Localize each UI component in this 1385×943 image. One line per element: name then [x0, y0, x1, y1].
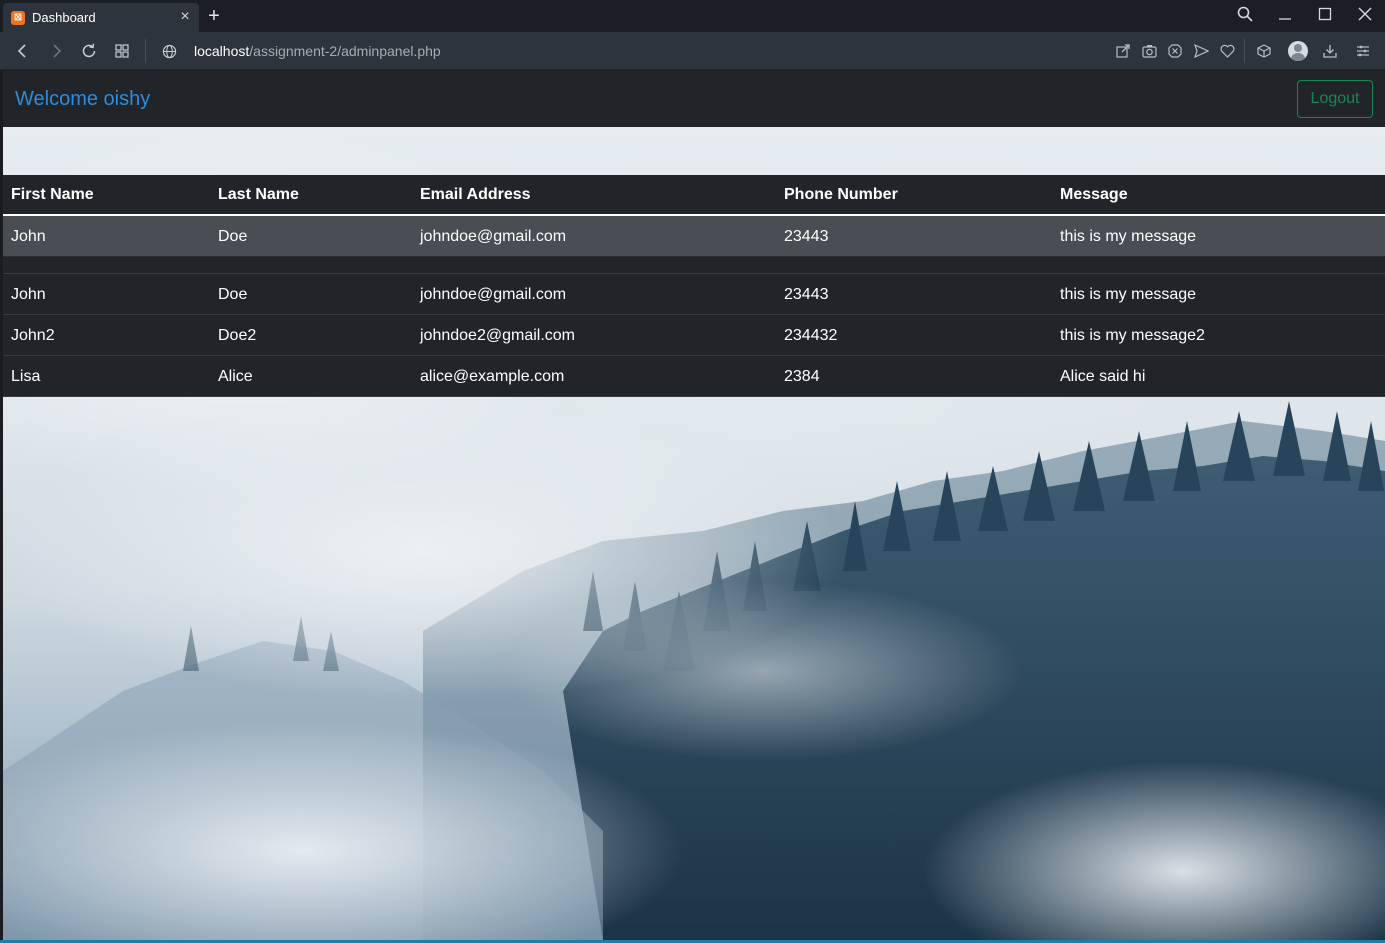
- adblock-icon[interactable]: [1166, 42, 1184, 60]
- forward-arrow-icon[interactable]: [46, 41, 66, 61]
- plus-icon[interactable]: +: [205, 6, 223, 26]
- heart-icon[interactable]: [1218, 42, 1236, 60]
- xampp-favicon-icon: ⊠: [11, 10, 25, 25]
- maximize-icon[interactable]: [1305, 0, 1345, 28]
- cell-first-name: John: [11, 228, 46, 245]
- table-row: Lisa Alice alice@example.com 2384 Alice …: [3, 356, 1385, 397]
- welcome-text: Welcome oishy: [15, 88, 151, 110]
- table-row: John Doe johndoe@gmail.com 23443 this is…: [3, 216, 1385, 257]
- url-field[interactable]: localhost/assignment-2/adminpanel.php: [194, 43, 441, 59]
- cell-phone: 234432: [784, 327, 838, 344]
- cell-last-name: Doe: [218, 228, 248, 245]
- header-first-name: First Name: [11, 186, 94, 203]
- logout-button[interactable]: Logout: [1297, 80, 1373, 118]
- header-last-name: Last Name: [218, 186, 299, 203]
- address-separator: [145, 39, 146, 63]
- cell-email: johndoe@gmail.com: [420, 228, 567, 245]
- cell-message: this is my message: [1060, 228, 1197, 245]
- close-icon[interactable]: ×: [177, 9, 193, 25]
- back-arrow-icon[interactable]: [13, 41, 33, 61]
- browser-tab-dashboard[interactable]: ⊠ Dashboard ×: [3, 3, 199, 32]
- minimize-icon[interactable]: [1265, 0, 1305, 28]
- menu-icon[interactable]: [1354, 42, 1372, 60]
- cell-phone: 23443: [784, 286, 829, 303]
- header-phone: Phone Number: [784, 186, 898, 203]
- cell-last-name: Alice: [218, 368, 253, 385]
- cell-phone: 23443: [784, 228, 829, 245]
- profile-avatar-icon[interactable]: [1288, 41, 1308, 61]
- send-icon[interactable]: [1192, 42, 1210, 60]
- cell-message: this is my message2: [1060, 327, 1205, 344]
- cell-last-name: Doe: [218, 286, 248, 303]
- url-path: /assignment-2/adminpanel.php: [249, 43, 441, 59]
- cell-message: this is my message: [1060, 286, 1197, 303]
- camera-icon[interactable]: [1140, 42, 1158, 60]
- cell-email: johndoe@gmail.com: [420, 286, 567, 303]
- contacts-table: First Name Last Name Email Address Phone…: [3, 175, 1385, 397]
- cell-email: johndoe2@gmail.com: [420, 327, 575, 344]
- tab-bar: ⊠ Dashboard × +: [0, 0, 1385, 32]
- close-window-icon[interactable]: [1345, 0, 1385, 28]
- toolbar-separator: [1244, 39, 1245, 63]
- cell-phone: 2384: [784, 368, 820, 385]
- table-header-row: First Name Last Name Email Address Phone…: [3, 175, 1385, 216]
- cell-first-name: Lisa: [11, 368, 41, 385]
- address-bar: localhost/assignment-2/adminpanel.php: [0, 32, 1385, 70]
- tabs-grid-icon[interactable]: [112, 41, 132, 61]
- page-viewport: Welcome oishy Logout First Name Last Nam…: [3, 71, 1385, 940]
- download-icon[interactable]: [1321, 42, 1339, 60]
- reload-icon[interactable]: [79, 41, 99, 61]
- search-icon[interactable]: [1225, 0, 1265, 28]
- cell-email: alice@example.com: [420, 368, 565, 385]
- table-spacer-row: [3, 257, 1385, 274]
- extensions-cube-icon[interactable]: [1255, 42, 1273, 60]
- header-email: Email Address: [420, 186, 531, 203]
- cell-last-name: Doe2: [218, 327, 257, 344]
- url-host: localhost: [194, 43, 250, 59]
- admin-navbar: Welcome oishy Logout: [3, 71, 1385, 127]
- cell-message: Alice said hi: [1060, 368, 1146, 385]
- cell-first-name: John2: [11, 327, 55, 344]
- tab-title: Dashboard: [32, 10, 96, 25]
- header-message: Message: [1060, 186, 1128, 203]
- cell-first-name: John: [11, 286, 46, 303]
- table-row: John Doe johndoe@gmail.com 23443 this is…: [3, 274, 1385, 315]
- share-icon[interactable]: [1114, 42, 1132, 60]
- table-row: John2 Doe2 johndoe2@gmail.com 234432 thi…: [3, 315, 1385, 356]
- globe-icon[interactable]: [159, 41, 179, 61]
